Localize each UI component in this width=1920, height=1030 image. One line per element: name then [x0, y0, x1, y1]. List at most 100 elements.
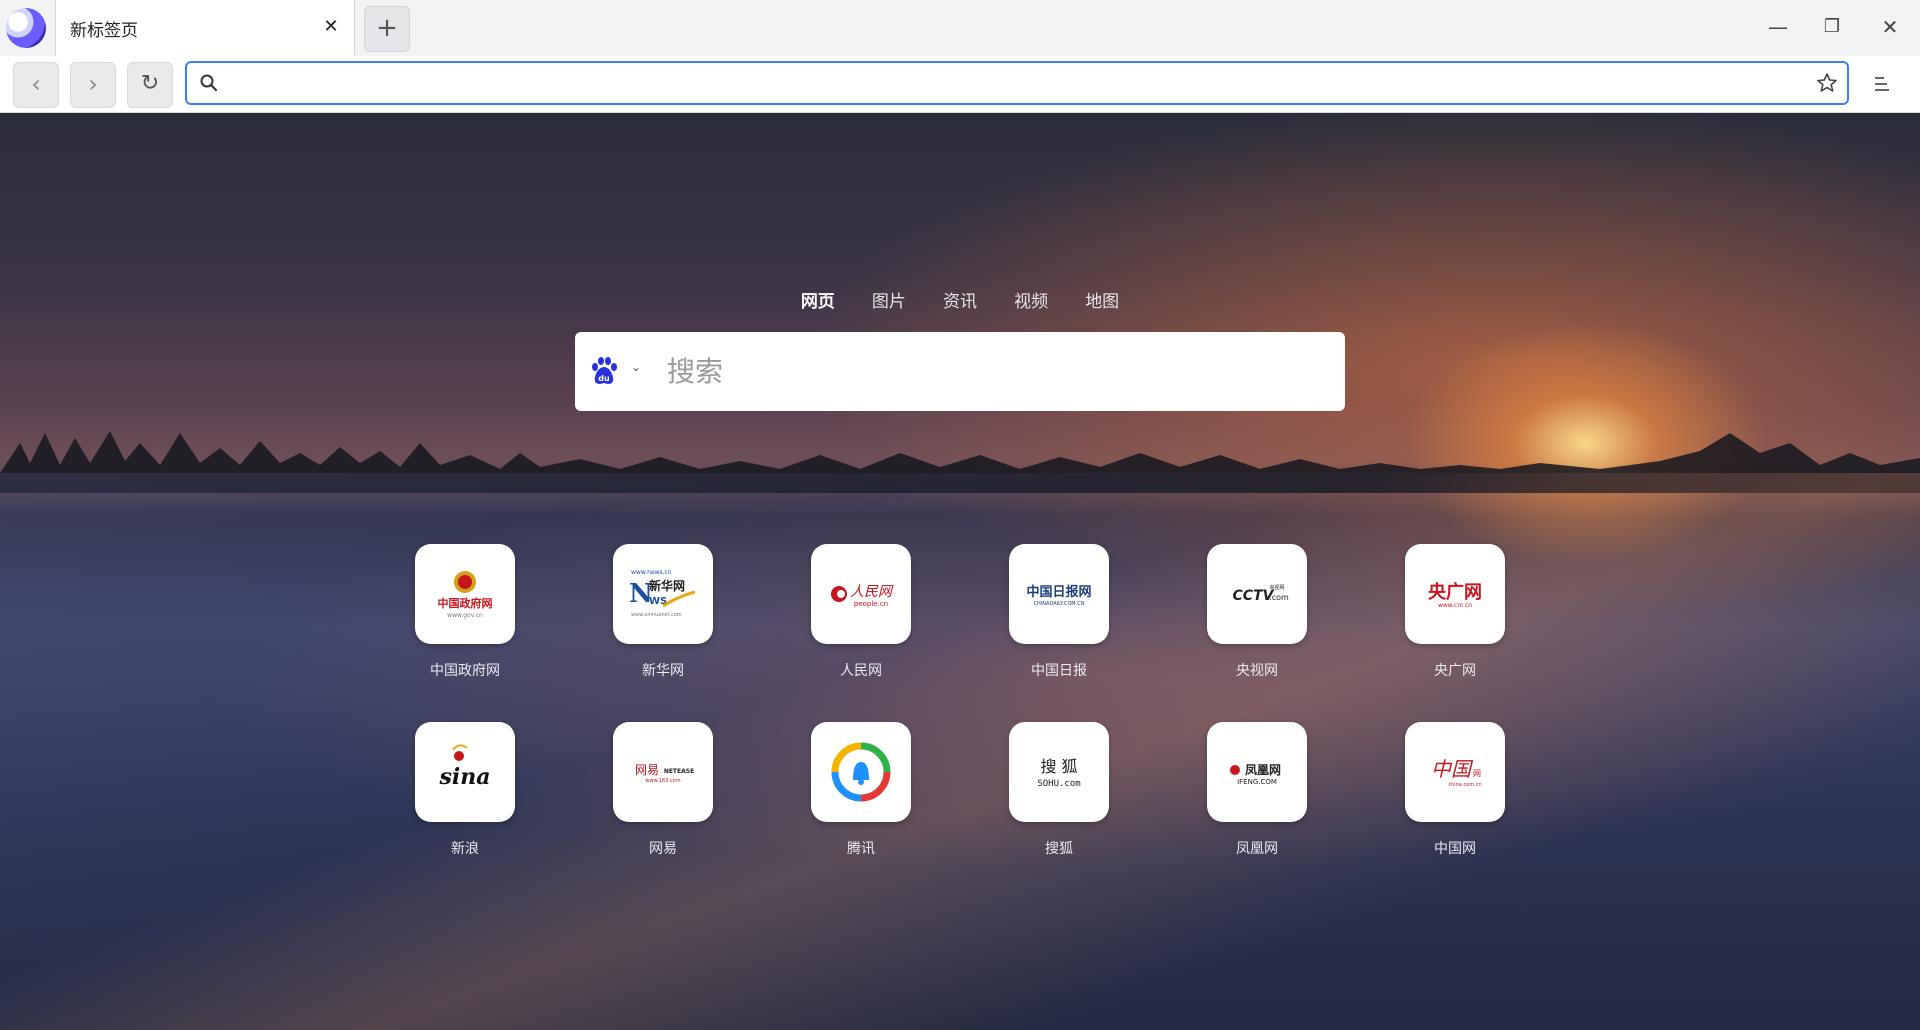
svg-text:china.com.cn: china.com.cn	[1448, 782, 1481, 788]
svg-text:.com: .com	[1269, 593, 1289, 602]
search-tab-images[interactable]: 图片	[872, 287, 906, 312]
shortcut-label: 新浪	[451, 841, 479, 857]
shortcut-label: 新华网	[642, 663, 684, 679]
chinadaily-logo-icon: 中国日报网 CHINADAILY.COM.CN	[1026, 584, 1091, 607]
people-logo-icon: 人民网 people.cn	[831, 584, 894, 608]
tab-title: 新标签页	[70, 21, 138, 41]
shortcut-label: 人民网	[840, 663, 882, 679]
sina-logo-icon: sina	[439, 744, 491, 790]
shortcut-sohu[interactable]: 搜 狐 SOHU.com 搜狐	[999, 722, 1119, 858]
shortcut-tile[interactable]: sina	[415, 722, 515, 822]
search-category-tabs: 网页 图片 资讯 视频 地图	[0, 287, 1920, 312]
ifeng-logo-icon: 凤凰网 IFENG.COM	[1230, 763, 1281, 786]
svg-text:people.cn: people.cn	[854, 600, 888, 608]
search-icon	[200, 74, 218, 92]
shortcut-label: 央广网	[1434, 663, 1476, 679]
tab-new-tab-page[interactable]: 新标签页 ✕	[55, 0, 355, 56]
new-tab-page: 网页 图片 资讯 视频 地图 du ⌄ 中国政府网 www.gov.cn 中国政…	[0, 113, 1920, 1030]
shortcut-163[interactable]: 网易 NETEASE www.163.com 网易	[603, 722, 723, 858]
menu-icon[interactable]	[1870, 72, 1894, 96]
svg-text:www.xinhuanet.com: www.xinhuanet.com	[631, 612, 682, 618]
svg-text:中国政府网: 中国政府网	[438, 596, 493, 610]
svg-text:www.gov.cn: www.gov.cn	[447, 612, 483, 619]
shortcut-tile[interactable]: 人民网 people.cn	[811, 544, 911, 644]
shortcut-people[interactable]: 人民网 people.cn 人民网	[801, 544, 921, 680]
svg-text:央广网: 央广网	[1428, 581, 1482, 603]
shortcut-tencent[interactable]: 腾讯	[801, 722, 921, 858]
svg-text:IFENG.COM: IFENG.COM	[1237, 778, 1277, 786]
baidu-icon[interactable]: du	[589, 356, 619, 386]
shortcut-cnr[interactable]: 央广网 www.cnr.cn 央广网	[1395, 544, 1515, 680]
address-bar[interactable]	[185, 61, 1849, 105]
svg-text:www.163.com: www.163.com	[645, 778, 680, 784]
tab-close-icon[interactable]: ✕	[320, 16, 342, 38]
search-box[interactable]: du ⌄	[575, 332, 1345, 411]
shortcut-tile[interactable]: www.news.cn N 新华网 WS www.xinhuanet.com	[613, 544, 713, 644]
search-input[interactable]	[665, 350, 1329, 394]
window-close-button[interactable]: ✕	[1870, 10, 1910, 44]
shortcut-tile[interactable]: 搜 狐 SOHU.com	[1009, 722, 1109, 822]
new-tab-button[interactable]: +	[364, 6, 410, 52]
search-tab-web[interactable]: 网页	[801, 287, 835, 312]
svg-text:www.cnr.cn: www.cnr.cn	[1438, 602, 1472, 609]
engine-dropdown-chevron-down-icon[interactable]: ⌄	[631, 360, 641, 374]
shortcut-label: 中国网	[1434, 841, 1476, 857]
shortcut-cctv[interactable]: CCTV .com 央视网 央视网	[1197, 544, 1317, 680]
svg-text:网: 网	[1473, 769, 1481, 778]
shortcut-gov-cn[interactable]: 中国政府网 www.gov.cn 中国政府网	[405, 544, 525, 680]
cctv-logo-icon: CCTV .com 央视网	[1233, 584, 1289, 604]
svg-text:搜 狐: 搜 狐	[1040, 757, 1077, 776]
shortcut-tile[interactable]: 中国政府网 www.gov.cn	[415, 544, 515, 644]
forward-button[interactable]: ›	[70, 62, 116, 108]
shortcut-tile[interactable]: 网易 NETEASE www.163.com	[613, 722, 713, 822]
svg-text:新华网: 新华网	[649, 578, 685, 593]
search-tab-video[interactable]: 视频	[1014, 287, 1048, 312]
shortcut-china-com[interactable]: 中国 网 china.com.cn 中国网	[1395, 722, 1515, 858]
tencent-news-logo-icon	[831, 742, 891, 802]
svg-text:sina: sina	[439, 764, 491, 790]
search-tab-news[interactable]: 资讯	[943, 287, 977, 312]
search-tab-map[interactable]: 地图	[1085, 287, 1119, 312]
tab-strip: 新标签页 ✕ + — ❐ ✕	[0, 0, 1920, 57]
svg-text:央视网: 央视网	[1269, 584, 1284, 591]
shortcut-tile[interactable]: CCTV .com 央视网	[1207, 544, 1307, 644]
address-input[interactable]	[231, 69, 1795, 99]
china-com-logo-icon: 中国 网 china.com.cn	[1431, 757, 1482, 788]
shortcut-label: 腾讯	[847, 841, 875, 857]
background-snow	[0, 473, 1920, 1030]
restore-button[interactable]: ❐	[1812, 10, 1852, 44]
shortcut-label: 央视网	[1236, 663, 1278, 679]
svg-text:www.news.cn: www.news.cn	[631, 569, 672, 576]
shortcut-label: 凤凰网	[1236, 841, 1278, 857]
shortcut-tile[interactable]: 中国 网 china.com.cn	[1405, 722, 1505, 822]
svg-text:凤凰网: 凤凰网	[1245, 763, 1281, 777]
shortcut-ifeng[interactable]: 凤凰网 IFENG.COM 凤凰网	[1197, 722, 1317, 858]
svg-text:中国日报网: 中国日报网	[1026, 584, 1091, 600]
svg-text:du: du	[598, 374, 610, 383]
shortcut-label: 中国政府网	[430, 663, 500, 679]
xinhua-logo-icon: www.news.cn N 新华网 WS www.xinhuanet.com	[629, 569, 696, 618]
shortcut-tile[interactable]	[811, 722, 911, 822]
shortcut-tile[interactable]: 中国日报网 CHINADAILY.COM.CN	[1009, 544, 1109, 644]
svg-text:SOHU.com: SOHU.com	[1037, 779, 1080, 789]
gov-cn-logo-icon: 中国政府网 www.gov.cn	[438, 571, 493, 619]
shortcut-tile[interactable]: 央广网 www.cnr.cn	[1405, 544, 1505, 644]
minimize-button[interactable]: —	[1758, 10, 1798, 44]
shortcut-label: 网易	[649, 841, 677, 857]
shortcut-sina[interactable]: sina 新浪	[405, 722, 525, 858]
svg-text:网易: 网易	[635, 763, 659, 777]
navigation-toolbar: ‹ › ↻	[0, 56, 1920, 113]
svg-text:中国: 中国	[1431, 757, 1474, 781]
svg-text:NETEASE: NETEASE	[664, 768, 694, 775]
reload-button[interactable]: ↻	[127, 62, 173, 108]
shortcut-tile[interactable]: 凤凰网 IFENG.COM	[1207, 722, 1307, 822]
shortcut-label: 中国日报	[1031, 663, 1087, 679]
back-button[interactable]: ‹	[13, 62, 59, 108]
bookmark-star-icon[interactable]	[1815, 71, 1839, 95]
shortcut-chinadaily[interactable]: 中国日报网 CHINADAILY.COM.CN 中国日报	[999, 544, 1119, 680]
netease-logo-icon: 网易 NETEASE www.163.com	[635, 763, 694, 784]
shortcut-xinhua[interactable]: www.news.cn N 新华网 WS www.xinhuanet.com 新…	[603, 544, 723, 680]
shortcut-label: 搜狐	[1045, 841, 1073, 857]
svg-text:人民网: 人民网	[850, 584, 894, 600]
browser-logo-icon[interactable]	[6, 8, 46, 48]
